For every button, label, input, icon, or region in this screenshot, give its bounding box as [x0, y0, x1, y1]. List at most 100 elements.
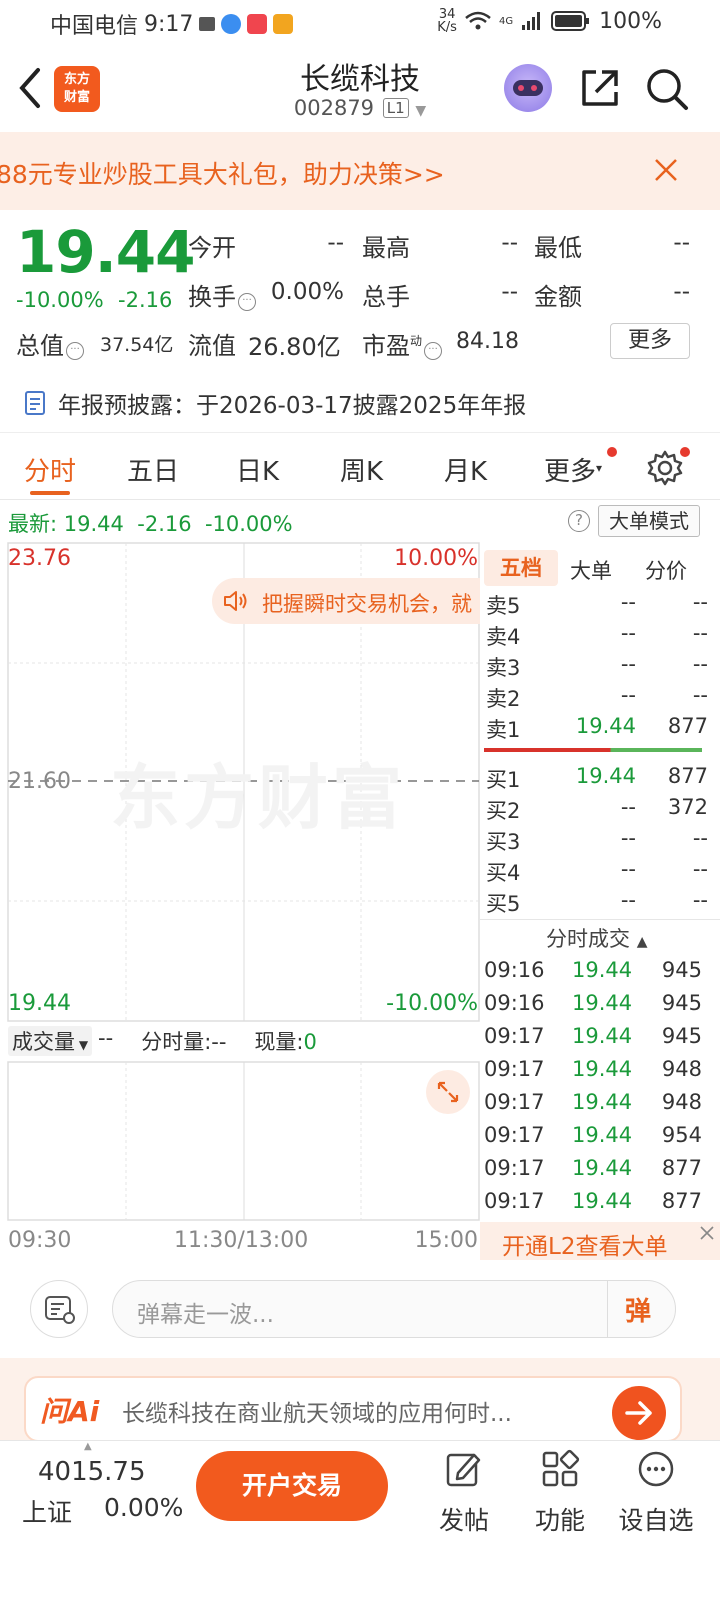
ai-question-card[interactable]: 问Ai 长缆科技在商业航天领域的应用何时... — [24, 1376, 682, 1442]
turnover-value: 0.00% — [270, 279, 344, 305]
watermark: 东方财富 — [110, 757, 406, 839]
big-order-mode-button[interactable]: 大单模式 — [598, 505, 700, 537]
latest-row: 最新: 19.44 -2.16 -10.00% ? 大单模式 — [0, 500, 720, 542]
tab-price-distribution[interactable]: 分价 — [645, 555, 687, 585]
sell-level-3: 卖3 -- -- — [486, 652, 708, 680]
volume-value: -- — [501, 279, 518, 305]
change-percent: -10.00% — [16, 288, 104, 312]
float-value: 26.80亿 — [248, 333, 341, 361]
ai-logo: 问Ai — [40, 1395, 100, 1428]
signal-icon — [522, 12, 541, 30]
order-book-panel: 五档 大单 分价 卖5 -- -- 卖4 -- -- 卖3 -- -- 卖2 -- -- 卖1 1… — [480, 542, 720, 1260]
info-icon[interactable]: ··· — [424, 342, 443, 360]
chart-grid — [7, 542, 480, 1221]
stock-header: 东方 财富 长缆科技 002879 L1 ▼ — [0, 44, 720, 132]
notification-dot — [607, 447, 617, 457]
volume-label: 总手 — [362, 283, 410, 311]
open-account-trade-button[interactable]: 开户交易 — [196, 1451, 388, 1521]
index-ticker[interactable]: ▲ 4015.75 上证 0.00% — [0, 1441, 190, 1551]
danmu-input[interactable]: 弹幕走一波... 弹 — [112, 1280, 676, 1338]
share-icon[interactable] — [578, 66, 622, 110]
browser-icon — [221, 14, 242, 34]
danmu-placeholder: 弹幕走一波... — [137, 1302, 274, 1328]
disclosure-notice[interactable]: 年报预披露：于2026-03-17披露2025年年报 — [22, 386, 526, 420]
dropdown-arrow-icon: ▼ — [415, 103, 427, 119]
settings-gear-icon[interactable] — [646, 449, 684, 487]
total-value: 37.54亿 — [100, 334, 174, 356]
open-label: 今开 — [188, 234, 236, 262]
edit-post-icon — [446, 1453, 481, 1487]
clock: 9:17 — [144, 11, 194, 37]
app-notify-icon — [199, 17, 216, 31]
time-end: 15:00 — [414, 1228, 478, 1253]
ai-go-button[interactable] — [612, 1386, 666, 1440]
comment-bar: 弹幕走一波... 弹 — [0, 1262, 720, 1358]
trading-tip-bubble[interactable]: 把握瞬时交易机会，就 — [212, 578, 480, 624]
high-label: 最高 — [362, 234, 410, 262]
danmu-settings-button[interactable] — [30, 1280, 88, 1338]
triangle-up-icon: ▲ — [636, 934, 648, 950]
amount-label: 金额 — [534, 283, 582, 311]
nav-add-watchlist[interactable]: 设自选 — [614, 1449, 698, 1549]
help-icon[interactable]: ? — [568, 510, 590, 532]
red-envelope-icon — [273, 14, 294, 34]
promo-banner[interactable]: 88元专业炒股工具大礼包，助力决策>> — [0, 132, 720, 210]
divider — [607, 1281, 608, 1337]
chart-mid-price: 21.60 — [8, 769, 71, 794]
sell-level-4: 卖4 -- -- — [486, 621, 708, 649]
turnover-label: 换手 ··· — [188, 277, 256, 312]
chart-bottom-pct: -10.00% — [386, 991, 478, 1016]
trade-row: 09:16 19.44 945 — [484, 958, 702, 982]
promo-text[interactable]: 88元专业炒股工具大礼包，助力决策>> — [0, 155, 445, 191]
caret-up-icon: ▲ — [84, 1441, 92, 1452]
close-icon[interactable] — [698, 1224, 716, 1242]
ai-robot-icon[interactable] — [504, 64, 552, 112]
tab-more[interactable]: 更多▾ — [544, 451, 602, 488]
buy-level-2: 买2 -- 372 — [486, 795, 708, 823]
pe-superscript: 动 — [410, 334, 423, 348]
danmu-send-button[interactable]: 弹 — [625, 1291, 651, 1328]
buy-sell-ratio-bar — [484, 748, 702, 752]
low-value: -- — [673, 230, 690, 256]
l2-upgrade-banner[interactable]: 开通L2查看大单 — [480, 1222, 720, 1260]
trade-row: 09:17 19.44 954 — [484, 1123, 702, 1147]
tab-daily-k[interactable]: 日K — [236, 451, 279, 488]
info-icon[interactable]: ··· — [66, 342, 84, 360]
trades-header[interactable]: 分时成交 ▲ — [546, 923, 647, 953]
trade-row: 09:17 19.44 877 — [484, 1189, 702, 1213]
intraday-chart[interactable]: 东方财富 23.76 10.00% 21.60 19.44 -10.00% 把握… — [0, 542, 480, 1414]
sell-level-5: 卖5 -- -- — [486, 590, 708, 618]
ai-question-text: 长缆科技在商业航天领域的应用何时... — [122, 1401, 512, 1427]
tab-weekly-k[interactable]: 周K — [340, 451, 383, 488]
tab-monthly-k[interactable]: 月K — [444, 451, 487, 488]
buy-level-1: 买1 19.44 877 — [486, 764, 708, 792]
nav-functions[interactable]: 功能 — [526, 1449, 594, 1549]
bottom-nav: ▲ 4015.75 上证 0.00% 开户交易 发帖 功能 设自选 — [0, 1440, 720, 1600]
volume-dropdown[interactable]: 成交量 ▼ — [8, 1026, 93, 1056]
tab-five-day[interactable]: 五日 — [127, 451, 179, 488]
tip-text: 把握瞬时交易机会，就 — [262, 592, 472, 616]
open-value: -- — [327, 230, 344, 256]
time-start: 09:30 — [8, 1228, 72, 1253]
index-pct: 0.00% — [104, 1493, 184, 1522]
search-icon[interactable] — [644, 66, 690, 112]
trade-row: 09:16 19.44 945 — [484, 991, 702, 1015]
trade-row: 09:17 19.44 877 — [484, 1156, 702, 1180]
ai-question-bar: 问Ai 长缆科技在商业航天领域的应用何时... — [0, 1358, 720, 1444]
fullscreen-expand-icon[interactable] — [425, 1069, 471, 1115]
nav-add-watchlist-label: 设自选 — [618, 1506, 694, 1535]
close-icon[interactable] — [652, 156, 680, 184]
chart-bottom-price: 19.44 — [8, 991, 71, 1016]
more-button[interactable]: 更多 — [610, 323, 690, 359]
trade-row: 09:17 19.44 948 — [484, 1057, 702, 1081]
minute-volume: 分时量:-- — [141, 1030, 227, 1054]
volume-header: 成交量 ▼ -- 分时量:-- 现量:0 — [8, 1026, 317, 1056]
tab-five-levels[interactable]: 五档 — [484, 550, 558, 586]
float-value-label: 流值 — [188, 332, 236, 360]
grid-functions-icon — [542, 1449, 580, 1487]
nav-post[interactable]: 发帖 — [430, 1449, 498, 1549]
battery-icon — [551, 11, 590, 31]
tab-big-orders[interactable]: 大单 — [570, 555, 612, 585]
tab-intraday[interactable]: 分时 — [24, 451, 76, 488]
low-label: 最低 — [534, 234, 582, 262]
